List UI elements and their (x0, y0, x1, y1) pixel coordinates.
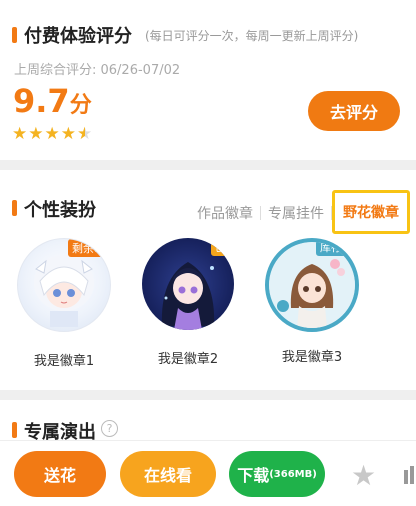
rating-card: 付费体验评分 (每日可评分一次，每周一更新上周评分) 上周综合评分: 06/26… (0, 0, 416, 160)
half-star-icon: ★ (77, 124, 94, 144)
badge-item-2[interactable]: 已领 我是徽章2 (138, 238, 238, 367)
score-value: 9.7分 (13, 82, 92, 120)
badge-name: 我是徽章1 (33, 354, 95, 369)
badge-tag: 已领 (211, 238, 234, 256)
star-icon: ★ (60, 124, 77, 144)
more-bars-icon[interactable] (402, 464, 416, 486)
badge-avatar: 剩余:99 (17, 238, 111, 332)
tab-works-badge[interactable]: 作品徽章 (190, 203, 260, 223)
badge-tag: 剩余:99 (68, 239, 110, 257)
watch-online-button[interactable]: 在线看 (120, 451, 216, 497)
star-icon: ★ (44, 124, 61, 144)
star-icon: ★ (28, 124, 45, 144)
badge-item-3[interactable]: 库存不足 我是徽章3 (262, 238, 362, 365)
last-week-label: 上周综合评分: 06/26-07/02 (14, 63, 181, 78)
badge-tag: 库存不足 (316, 242, 355, 256)
decor-title: 个性装扮 (24, 200, 96, 221)
bottom-action-bar: 送花 在线看 下载 (366MB) ★ (0, 440, 416, 506)
rating-note: (每日可评分一次，每周一更新上周评分) (145, 29, 359, 43)
badge-avatar: 已领 (142, 238, 234, 330)
tab-exclusive-pendant[interactable]: 专属挂件 (261, 203, 331, 223)
help-icon[interactable]: ? (101, 420, 118, 437)
star-icon: ★ (12, 124, 29, 144)
download-size: (366MB) (269, 468, 317, 480)
section-marker (12, 200, 17, 216)
download-label: 下载 (237, 466, 270, 485)
section-marker (12, 27, 17, 43)
rating-title: 付费体验评分 (24, 26, 132, 47)
rate-button[interactable]: 去评分 (308, 91, 400, 131)
favorite-star-icon[interactable]: ★ (351, 459, 376, 492)
badge-name: 我是徽章2 (157, 352, 219, 367)
tab-wildflower-badge[interactable]: 野花徽章 (332, 190, 410, 234)
section-marker (12, 422, 17, 438)
decor-tabs: 作品徽章 专属挂件 野花徽章 (190, 190, 410, 234)
badge-avatar: 库存不足 (265, 238, 359, 332)
badge-item-1[interactable]: 剩余:99 我是徽章1 (14, 238, 114, 369)
badge-name: 我是徽章3 (281, 350, 343, 365)
star-rating: ★★★★★ (12, 124, 93, 144)
send-flower-button[interactable]: 送花 (14, 451, 106, 497)
download-button[interactable]: 下载 (366MB) (229, 451, 325, 497)
